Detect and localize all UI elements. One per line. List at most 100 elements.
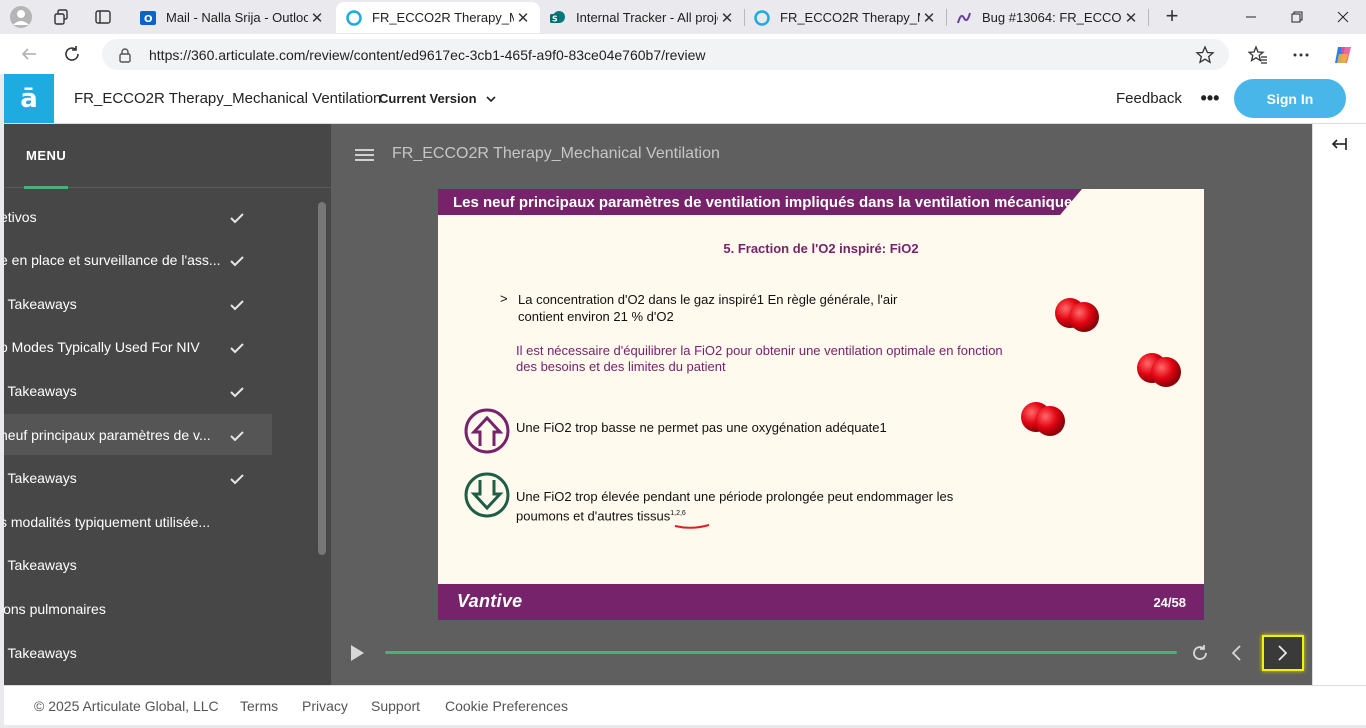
menu-item[interactable]: ions pulmonaires <box>4 588 272 629</box>
checkmark-icon <box>230 472 244 485</box>
window-close-icon[interactable] <box>1320 0 1366 34</box>
menu-item[interactable]: / Takeaways <box>4 632 272 673</box>
checkmark-icon <box>230 254 244 267</box>
articulate-logo[interactable]: ā <box>4 74 54 123</box>
high-fio2-body: Une FiO2 trop élevée pendant une période… <box>516 489 954 524</box>
sign-in-button[interactable]: Sign In <box>1234 79 1346 118</box>
back-icon[interactable] <box>16 42 42 66</box>
footer-link-terms[interactable]: Terms <box>240 698 278 714</box>
checkmark-icon <box>230 298 244 311</box>
slide-canvas: Les neuf principaux paramètres de ventil… <box>438 189 1204 620</box>
comments-rail <box>1312 124 1366 685</box>
minimize-icon[interactable] <box>1228 0 1274 34</box>
hamburger-menu-icon[interactable] <box>355 148 374 162</box>
tab-close-icon[interactable]: ✕ <box>514 9 532 27</box>
menu-item[interactable]: / Takeaways <box>4 545 272 586</box>
tab-outlook[interactable]: O Mail - Nalla Srija - Outlook ✕ <box>130 2 334 33</box>
version-label: Current Version <box>379 91 477 106</box>
oxygen-molecule-icon <box>1018 401 1068 437</box>
menu-tab-underline <box>24 186 68 189</box>
sidebar-scrollbar[interactable] <box>318 202 326 555</box>
tab-sharepoint[interactable]: S Internal Tracker - All projects ✕ <box>540 2 744 33</box>
menu-item[interactable]: / Takeaways <box>4 458 272 499</box>
seek-bar[interactable] <box>385 651 1177 654</box>
version-dropdown[interactable]: Current Version <box>379 91 497 106</box>
arrow-up-circle-icon <box>463 407 511 455</box>
annotation-underline <box>674 517 710 529</box>
address-bar-row: https://360.articulate.com/review/conten… <box>0 34 1366 74</box>
menu-tab[interactable]: MENU <box>26 148 66 163</box>
tab-title: Mail - Nalla Srija - Outlook <box>166 10 308 25</box>
menu-item[interactable]: / Takeaways <box>4 370 272 411</box>
menu-item-label: / Takeaways <box>4 382 77 399</box>
footer-link-privacy[interactable]: Privacy <box>302 698 348 714</box>
menu-item[interactable]: / Takeaways <box>4 283 272 324</box>
refresh-icon[interactable] <box>59 42 85 66</box>
slide-player: FR_ECCO2R Therapy_Mechanical Ventilation… <box>331 124 1312 685</box>
previous-slide-button[interactable] <box>1225 642 1247 664</box>
menu-item-label: / Takeaways <box>4 644 77 661</box>
slide-banner: Les neuf principaux paramètres de ventil… <box>438 189 1082 215</box>
svg-text:S: S <box>552 14 558 23</box>
tab-close-icon[interactable]: ✕ <box>718 9 736 27</box>
high-fio2-refs: 1,2,6 <box>670 510 686 517</box>
settings-more-icon[interactable] <box>1289 43 1313 67</box>
tab-devops-bug[interactable]: Bug #13064: FR_ECCO2R Therapy ✕ <box>946 2 1148 33</box>
logo-glyph: ā <box>20 83 38 114</box>
more-options-button[interactable]: ••• <box>1198 86 1222 110</box>
replay-icon[interactable] <box>1189 642 1211 664</box>
tab-actions-icon[interactable] <box>92 6 114 28</box>
restore-icon[interactable] <box>1274 0 1320 34</box>
favorite-star-icon[interactable] <box>1195 45 1215 65</box>
high-fio2-text: Une FiO2 trop élevée pendant une période… <box>516 488 996 524</box>
tab-close-icon[interactable]: ✕ <box>1122 9 1140 27</box>
slide-footer: Vantive 24/58 <box>438 584 1204 620</box>
footer-link-cookie-preferences[interactable]: Cookie Preferences <box>445 698 568 714</box>
project-title: FR_ECCO2R Therapy_Mechanical Ventilation <box>74 90 382 107</box>
expand-panel-icon[interactable] <box>1330 136 1348 152</box>
tab-title: FR_ECCO2R Therapy_Mechanical Ventilation <box>780 10 920 25</box>
checkmark-icon <box>230 385 244 398</box>
copilot-icon[interactable] <box>1331 43 1355 67</box>
new-tab-button[interactable]: + <box>1160 5 1184 29</box>
articulate-icon <box>754 9 770 26</box>
footer-link-support[interactable]: Support <box>371 698 420 714</box>
url-field[interactable]: https://360.articulate.com/review/conten… <box>102 39 1229 70</box>
copyright-text: © 2025 Articulate Global, LLC <box>34 698 219 714</box>
next-slide-button[interactable] <box>1262 635 1304 671</box>
chevron-down-icon <box>485 93 497 105</box>
outlook-icon: O <box>140 10 156 26</box>
articulate-icon <box>346 9 362 26</box>
menu-item-label: ions pulmonaires <box>4 600 106 617</box>
menu-item[interactable]: e en place et surveillance de l'ass... <box>4 240 272 281</box>
menu-item-label: neuf principaux paramètres de v... <box>4 426 211 443</box>
menu-item[interactable]: s modalités typiquement utilisée... <box>4 501 272 542</box>
tab-articulate-active[interactable]: FR_ECCO2R Therapy_Mechanical Ventilation… <box>336 2 540 33</box>
devops-icon <box>956 10 972 26</box>
sharepoint-icon: S <box>550 10 566 26</box>
menu-item[interactable]: neuf principaux paramètres de v... <box>4 414 272 455</box>
checkmark-icon <box>230 341 244 354</box>
menu-item[interactable]: etivos <box>4 196 272 237</box>
browser-tab-strip: O Mail - Nalla Srija - Outlook ✕ FR_ECCO… <box>0 0 1366 34</box>
slide-subheading: 5. Fraction de l'O2 inspiré: FiO2 <box>723 241 919 256</box>
profile-avatar-icon[interactable] <box>8 5 34 29</box>
bullet-marker: > <box>500 291 508 306</box>
favorites-icon[interactable] <box>1246 43 1270 67</box>
site-info-icon[interactable] <box>118 47 132 63</box>
tab-articulate[interactable]: FR_ECCO2R Therapy_Mechanical Ventilation… <box>744 2 946 33</box>
course-menu-sidebar: MENU etivos e en place et surveillance de… <box>4 124 331 685</box>
workspaces-icon[interactable] <box>51 6 73 28</box>
app-header: ā FR_ECCO2R Therapy_Mechanical Ventilati… <box>4 74 1366 124</box>
balance-text: Il est nécessaire d'équilibrer la FiO2 p… <box>516 343 1003 374</box>
page-counter: 24/58 <box>1153 595 1186 610</box>
menu-item[interactable]: o Modes Typically Used For NIV <box>4 327 272 368</box>
tab-close-icon[interactable]: ✕ <box>308 9 326 27</box>
tab-title: Internal Tracker - All projects <box>576 10 718 25</box>
svg-text:O: O <box>144 14 153 25</box>
tab-close-icon[interactable]: ✕ <box>920 9 938 27</box>
player-title: FR_ECCO2R Therapy_Mechanical Ventilation <box>392 145 720 162</box>
tab-separator <box>1148 9 1149 26</box>
feedback-link[interactable]: Feedback <box>1116 90 1182 107</box>
play-button[interactable] <box>347 643 367 663</box>
